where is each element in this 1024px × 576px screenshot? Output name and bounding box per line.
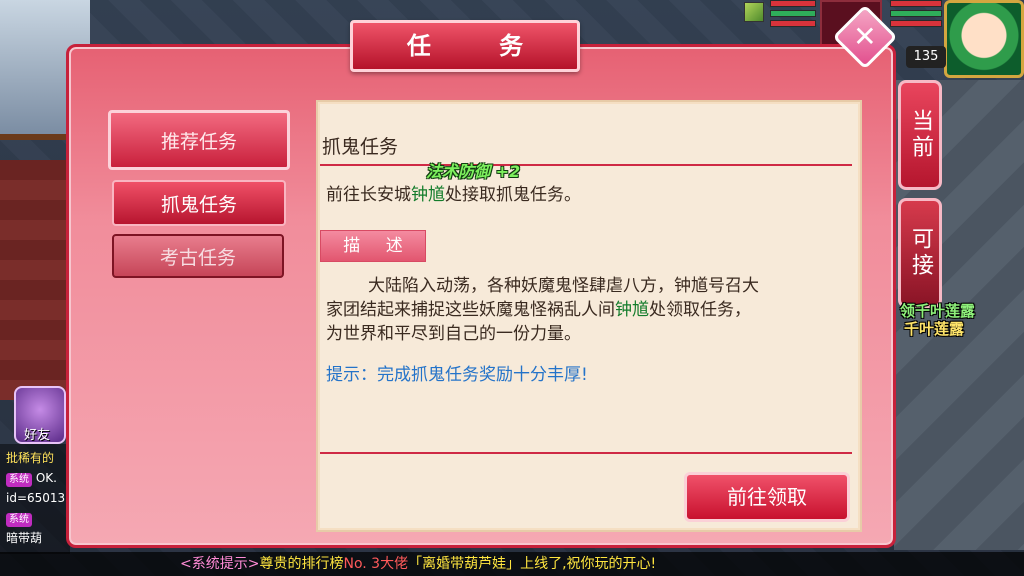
player-level-badge: 135 [906, 46, 946, 68]
task-name: 抓鬼任务 [322, 136, 399, 158]
chat-line: 系统 OK. [6, 468, 64, 488]
player-anger-bar [890, 20, 942, 27]
player-hp-bar [890, 0, 942, 7]
system-announcement-ticker: <系统提示>尊贵的排行榜No. 3大佬「离婚带葫芦娃」上线了,祝你玩的开心! [0, 552, 1024, 576]
description-tab: 描 述 [320, 230, 426, 262]
description-text: 处领取任务， [649, 300, 751, 320]
location-text: 前往长安城 [326, 185, 411, 205]
task-location-line: 前往长安城钟馗处接取抓鬼任务。 [326, 180, 581, 205]
description-line: 大陆陷入动荡，各种妖魔鬼怪肆虐八方，钟馗号召大 [368, 276, 759, 296]
system-tag: 系统 [6, 473, 32, 487]
close-icon: ✕ [853, 20, 877, 53]
chat-panel[interactable]: 批稀有的 系统 OK. id=65013 系统 暗带葫 [0, 444, 70, 554]
tab-acceptable-tasks[interactable]: 可接 [898, 198, 942, 308]
category-archaeology-tasks[interactable]: 考古任务 [112, 234, 284, 278]
pet-status-bars [770, 0, 816, 30]
chat-text: OK. [35, 471, 57, 485]
buff-float-text: 法术防御 +2 [426, 162, 521, 181]
location-text-2: 处接取抓鬼任务。 [445, 185, 581, 205]
ticker-text-2: 「离婚带葫芦娃」上线了,祝你玩的开心! [408, 556, 657, 572]
ticker-player-name: 大佬 [380, 556, 409, 572]
pet-exp-bar [770, 20, 816, 27]
buff-icon[interactable] [744, 2, 764, 22]
npc-link[interactable]: 钟馗 [411, 185, 445, 205]
task-tip: 提示：完成抓鬼任务奖励十分丰厚! [326, 365, 588, 385]
bottom-divider [320, 452, 852, 454]
task-description: 大陆陷入动荡，各种妖魔鬼怪肆虐八方，钟馗号召大 家团结起来捕捉这些妖魔鬼怪祸乱人… [326, 274, 854, 346]
friends-label: 好友 [24, 428, 51, 443]
title-divider [320, 164, 852, 166]
red-wall-decoration [0, 160, 70, 400]
description-line: 家团结起来捕捉这些妖魔鬼怪祸乱人间钟馗处领取任务， [326, 298, 854, 322]
chat-line: 系统 [6, 508, 64, 528]
system-tag: 系统 [6, 513, 32, 527]
description-text: 家团结起来捕捉这些妖魔鬼怪祸乱人间 [326, 300, 615, 320]
go-accept-button[interactable]: 前往领取 [684, 472, 850, 522]
category-ghost-hunting-tasks[interactable]: 抓鬼任务 [112, 180, 286, 226]
tab-current-tasks[interactable]: 当前 [898, 80, 942, 190]
description-line: 为世界和平尽到自己的一份力量。 [326, 324, 581, 344]
pet-mp-bar [770, 10, 816, 17]
npc-link[interactable]: 钟馗 [615, 300, 649, 320]
ticker-system-prefix: <系统提示> [180, 556, 260, 572]
chat-line: id=65013 [6, 491, 66, 505]
chat-line: 批稀有的 [6, 451, 55, 465]
dialog-title: 任 务 [350, 20, 580, 72]
quest-tracker-yellow-text[interactable]: 千叶莲露 [904, 318, 964, 339]
player-mp-bar [890, 10, 942, 17]
player-avatar[interactable] [944, 0, 1024, 78]
pet-hp-bar [770, 0, 816, 7]
category-recommended-tasks[interactable]: 推荐任务 [108, 110, 290, 170]
ticker-rank: No. 3 [343, 556, 381, 572]
ticker-text: 尊贵的排行榜 [259, 556, 344, 572]
player-status-bars [890, 0, 942, 30]
chat-line: 暗带葫 [6, 531, 43, 545]
